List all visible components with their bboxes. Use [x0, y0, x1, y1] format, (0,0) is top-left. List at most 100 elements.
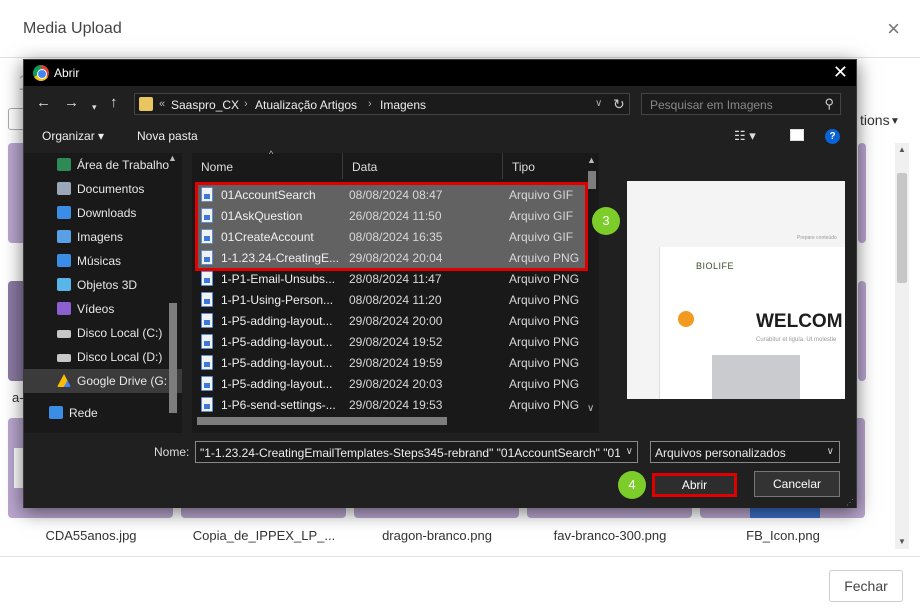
media-tile[interactable]: [858, 281, 866, 381]
chevron-down-icon: ▼: [890, 116, 900, 127]
nav-item-label: Downloads: [77, 206, 137, 220]
filename-label: Nome:: [154, 445, 190, 459]
nav-item-label: Imagens: [77, 230, 124, 244]
scroll-up-icon[interactable]: ▲: [587, 155, 596, 165]
file-row[interactable]: 1-P5-adding-layout... 29/08/2024 20:00 A…: [197, 310, 585, 331]
nav-item-objetos-3d[interactable]: Objetos 3D: [24, 273, 182, 297]
file-name: 1-P5-adding-layout...: [221, 356, 333, 370]
file-date: 29/08/2024 19:52: [349, 335, 443, 349]
horizontal-scroll-thumb[interactable]: [197, 417, 447, 425]
sort-ascending-icon: ^: [269, 149, 274, 159]
forward-arrow-icon[interactable]: →: [64, 95, 79, 111]
up-arrow-icon[interactable]: ↑: [110, 95, 118, 111]
recent-locations-icon[interactable]: ▾: [92, 99, 97, 115]
cancel-button[interactable]: Cancelar: [754, 471, 840, 497]
close-button[interactable]: Fechar: [829, 570, 903, 602]
file-row[interactable]: 1-P1-Email-Unsubs... 28/08/2024 11:47 Ar…: [197, 268, 585, 289]
file-row[interactable]: 1-P1-Using-Person... 08/08/2024 11:20 Ar…: [197, 289, 585, 310]
selection-highlight: [195, 182, 588, 271]
preview-image: BIOLIFE WELCOM Curabitur et ligula. Ut m…: [659, 247, 845, 399]
scroll-up-icon[interactable]: ▲: [895, 143, 909, 157]
objects3d-icon: [57, 278, 71, 291]
file-row[interactable]: 1-P5-adding-layout... 29/08/2024 19:52 A…: [197, 331, 585, 352]
nav-item-area-de-trabalho[interactable]: Área de Trabalho: [24, 153, 182, 177]
nav-item-videos[interactable]: Vídeos: [24, 297, 182, 321]
nav-item-google-drive[interactable]: Google Drive (G:: [24, 369, 182, 393]
chevron-down-icon: ∨: [826, 446, 834, 457]
nav-item-label: Vídeos: [77, 302, 115, 316]
file-type: Arquivo PNG: [509, 377, 580, 391]
breadcrumb-item[interactable]: Atualização Artigos: [255, 98, 357, 112]
resize-grip-icon[interactable]: ⋰: [846, 498, 854, 507]
nav-item-documentos[interactable]: Documentos: [24, 177, 182, 201]
media-tile-label: a-: [12, 390, 24, 405]
help-icon[interactable]: ?: [825, 129, 840, 144]
preview-subtext: Curabitur et ligula. Ut molestie: [756, 337, 837, 343]
new-folder-button[interactable]: Nova pasta: [137, 129, 198, 143]
view-options-icon[interactable]: ☷ ▾: [734, 128, 756, 144]
preview-pane-icon[interactable]: [790, 129, 804, 141]
refresh-icon[interactable]: ↻: [613, 96, 625, 113]
step-badge: 3: [592, 207, 620, 235]
dialog-title: Abrir: [54, 66, 80, 80]
nav-item-disco-d[interactable]: Disco Local (D:): [24, 345, 182, 369]
nav-item-disco-c[interactable]: Disco Local (C:): [24, 321, 182, 345]
pictures-icon: [57, 230, 71, 243]
media-tile-label: CDA55anos.jpg: [45, 528, 137, 543]
media-tile[interactable]: [858, 143, 866, 243]
filename-input[interactable]: "1-1.23.24-CreatingEmailTemplates-Steps3…: [195, 441, 638, 463]
chevron-down-icon[interactable]: ∨: [626, 446, 633, 457]
nav-item-downloads[interactable]: Downloads: [24, 201, 182, 225]
scroll-down-icon[interactable]: ▼: [895, 535, 909, 549]
file-name: 1-P5-adding-layout...: [221, 377, 333, 391]
file-type: Arquivo PNG: [509, 314, 580, 328]
scroll-down-icon[interactable]: ∨: [587, 403, 594, 414]
file-row[interactable]: 1-P5-adding-layout... 29/08/2024 19:59 A…: [197, 352, 585, 373]
file-row[interactable]: 1-P5-adding-layout... 29/08/2024 20:03 A…: [197, 373, 585, 394]
nav-item-imagens[interactable]: Imagens: [24, 225, 182, 249]
column-header-date[interactable]: Data: [343, 153, 503, 179]
desktop-icon: [57, 158, 71, 171]
image-file-icon: [201, 313, 213, 328]
file-name: 1-P5-adding-layout...: [221, 335, 333, 349]
close-icon[interactable]: ✕: [833, 62, 848, 82]
breadcrumb-item[interactable]: Imagens: [380, 98, 426, 112]
breadcrumb-item[interactable]: Saaspro_CX: [171, 98, 239, 112]
address-bar[interactable]: « Saaspro_CX › Atualização Artigos › Ima…: [134, 93, 630, 115]
breadcrumb-overflow[interactable]: «: [159, 98, 165, 110]
modal-close-icon[interactable]: ×: [887, 18, 900, 40]
file-name: 1-P6-send-settings-...: [221, 398, 336, 412]
orange-fruit-icon: [678, 311, 694, 327]
file-type-select[interactable]: Arquivos personalizados ∨: [650, 441, 840, 463]
navigation-pane-scrollbar[interactable]: ▲: [166, 153, 180, 433]
back-arrow-icon[interactable]: ←: [36, 95, 51, 111]
file-type: Arquivo PNG: [509, 293, 580, 307]
media-tile-label: dragon-branco.png: [382, 528, 492, 543]
preview-image-placeholder: [712, 355, 800, 399]
nav-item-rede[interactable]: Rede: [24, 401, 182, 425]
file-row[interactable]: 1-P6-send-settings-... 29/08/2024 19:53 …: [197, 394, 585, 415]
chevron-right-icon: ›: [244, 98, 248, 110]
nav-item-musicas[interactable]: Músicas: [24, 249, 182, 273]
scroll-thumb[interactable]: [588, 171, 596, 189]
step-badge: 4: [618, 471, 646, 499]
file-type: Arquivo PNG: [509, 356, 580, 370]
file-date: 08/08/2024 11:20: [349, 293, 442, 307]
chevron-down-icon[interactable]: ∨: [595, 98, 602, 109]
column-header-name[interactable]: Nome ^: [192, 149, 343, 179]
scroll-up-icon[interactable]: ▲: [168, 153, 177, 163]
media-grid-scrollbar[interactable]: ▲ ▼: [895, 143, 909, 549]
nav-item-label: Objetos 3D: [77, 278, 138, 292]
scroll-thumb[interactable]: [169, 303, 177, 413]
scroll-thumb[interactable]: [897, 173, 907, 283]
bg-options-select[interactable]: tions: [860, 112, 890, 128]
nav-item-label: Google Drive (G:: [77, 374, 168, 388]
file-name: 1-P5-adding-layout...: [221, 314, 333, 328]
search-input[interactable]: Pesquisar em Imagens ⚲: [641, 93, 841, 115]
image-file-icon: [201, 292, 213, 307]
open-button[interactable]: Abrir: [652, 473, 737, 497]
nav-item-label: Rede: [69, 406, 98, 420]
nav-item-label: Documentos: [77, 182, 145, 196]
column-header-type[interactable]: Tipo: [503, 153, 585, 179]
organize-menu[interactable]: Organizar ▾: [42, 129, 104, 143]
